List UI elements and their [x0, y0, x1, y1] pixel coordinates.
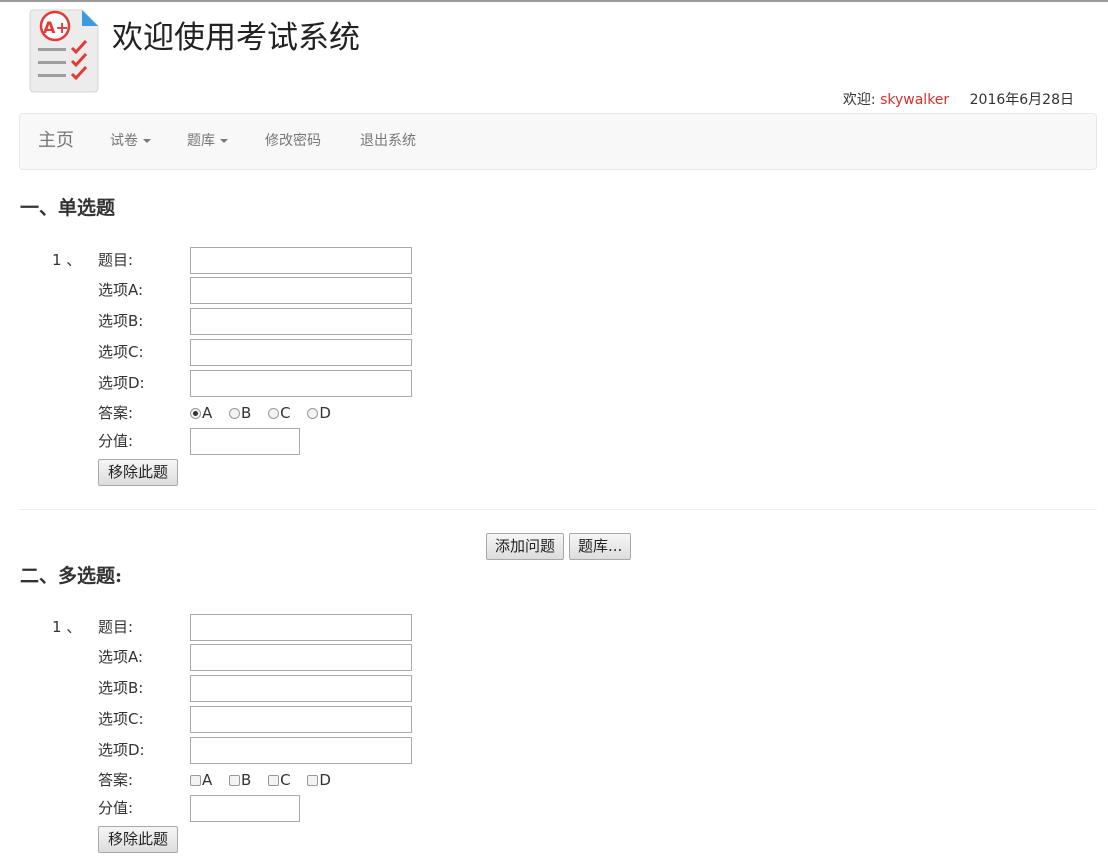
- answer-checkbox-c[interactable]: C: [268, 769, 291, 791]
- checkbox-icon: [307, 775, 319, 786]
- remove-question-button[interactable]: 移除此题: [98, 459, 179, 486]
- option-d-label: 选项D:: [98, 741, 145, 759]
- header: A+ 欢迎使用考试系统 欢迎: skywalker 2016年6月28日: [0, 2, 1108, 114]
- single-question-input[interactable]: [190, 247, 412, 274]
- question-label: 题目:: [98, 618, 134, 636]
- page-title: 欢迎使用考试系统: [112, 20, 360, 56]
- multi-option-d-input[interactable]: [190, 737, 412, 764]
- option-c-label: 选项C:: [98, 710, 144, 728]
- username: skywalker: [880, 92, 950, 108]
- single-option-b-input[interactable]: [190, 308, 412, 335]
- nav-item-change-password[interactable]: 修改密码: [265, 131, 321, 151]
- answer-option-label: D: [319, 404, 331, 422]
- add-question-button[interactable]: 添加问题: [486, 533, 565, 560]
- svg-text:A+: A+: [43, 18, 69, 37]
- multi-score-input[interactable]: [190, 795, 300, 822]
- answer-label: 答案:: [98, 771, 134, 789]
- current-date: 2016年6月28日: [969, 92, 1074, 108]
- single-score-input[interactable]: [190, 428, 300, 455]
- navbar: 主页 试卷 题库 修改密码 退出系统: [19, 113, 1097, 170]
- single-choice-heading: 一、单选题: [20, 197, 116, 219]
- nav-item-logout[interactable]: 退出系统: [360, 131, 416, 151]
- answer-checkbox-d[interactable]: D: [307, 769, 331, 791]
- answer-option-label: B: [241, 771, 252, 789]
- radio-icon: [229, 408, 241, 419]
- multiple-choice-heading: 二、多选题:: [20, 565, 123, 587]
- option-b-label: 选项B:: [98, 312, 144, 330]
- answer-radio-a[interactable]: A: [190, 402, 212, 424]
- nav-item-label: 试卷: [110, 133, 138, 149]
- welcome-bar: 欢迎: skywalker 2016年6月28日: [843, 90, 1074, 110]
- multi-option-c-input[interactable]: [190, 706, 412, 733]
- welcome-label: 欢迎:: [842, 92, 876, 108]
- answer-radio-d[interactable]: D: [307, 402, 331, 424]
- single-answer-radio-group: A B C D: [190, 402, 343, 424]
- multi-question-input[interactable]: [190, 614, 412, 641]
- answer-option-label: B: [241, 404, 252, 422]
- score-label: 分值:: [98, 432, 134, 450]
- single-option-d-input[interactable]: [190, 370, 412, 397]
- option-d-label: 选项D:: [98, 374, 145, 392]
- nav-item-label: 题库: [187, 133, 215, 149]
- radio-selected-icon: [190, 408, 201, 419]
- caret-down-icon: [143, 139, 151, 143]
- answer-checkbox-b[interactable]: B: [229, 769, 251, 791]
- answer-option-label: A: [202, 771, 213, 789]
- score-label: 分值:: [98, 799, 134, 817]
- multi-option-a-input[interactable]: [190, 644, 412, 671]
- caret-down-icon: [220, 139, 228, 143]
- answer-option-label: C: [280, 404, 291, 422]
- answer-option-label: A: [202, 404, 213, 422]
- answer-radio-c[interactable]: C: [268, 402, 291, 424]
- section-divider: [19, 509, 1097, 510]
- question-number: 1 、: [52, 618, 82, 636]
- option-b-label: 选项B:: [98, 679, 144, 697]
- answer-option-label: D: [319, 771, 331, 789]
- option-a-label: 选项A:: [98, 648, 144, 666]
- question-number: 1 、: [52, 251, 82, 269]
- answer-checkbox-a[interactable]: A: [190, 769, 212, 791]
- radio-icon: [268, 408, 280, 419]
- multi-option-b-input[interactable]: [190, 675, 412, 702]
- exam-checklist-icon: A+: [29, 9, 99, 93]
- checkbox-icon: [190, 775, 201, 786]
- single-option-c-input[interactable]: [190, 339, 412, 366]
- nav-home-link[interactable]: 主页: [38, 129, 74, 153]
- question-label: 题目:: [98, 251, 134, 269]
- nav-item-question-bank[interactable]: 题库: [187, 131, 228, 151]
- answer-radio-b[interactable]: B: [229, 402, 251, 424]
- single-option-a-input[interactable]: [190, 277, 412, 304]
- checkbox-icon: [229, 775, 241, 786]
- radio-icon: [307, 408, 319, 419]
- checkbox-icon: [268, 775, 280, 786]
- answer-option-label: C: [280, 771, 291, 789]
- question-bank-button[interactable]: 题库...: [569, 533, 632, 560]
- option-a-label: 选项A:: [98, 281, 144, 299]
- remove-question-button[interactable]: 移除此题: [98, 826, 179, 853]
- nav-item-papers[interactable]: 试卷: [110, 131, 151, 151]
- option-c-label: 选项C:: [98, 343, 144, 361]
- answer-label: 答案:: [98, 404, 134, 422]
- multi-answer-checkbox-group: A B C D: [190, 769, 343, 791]
